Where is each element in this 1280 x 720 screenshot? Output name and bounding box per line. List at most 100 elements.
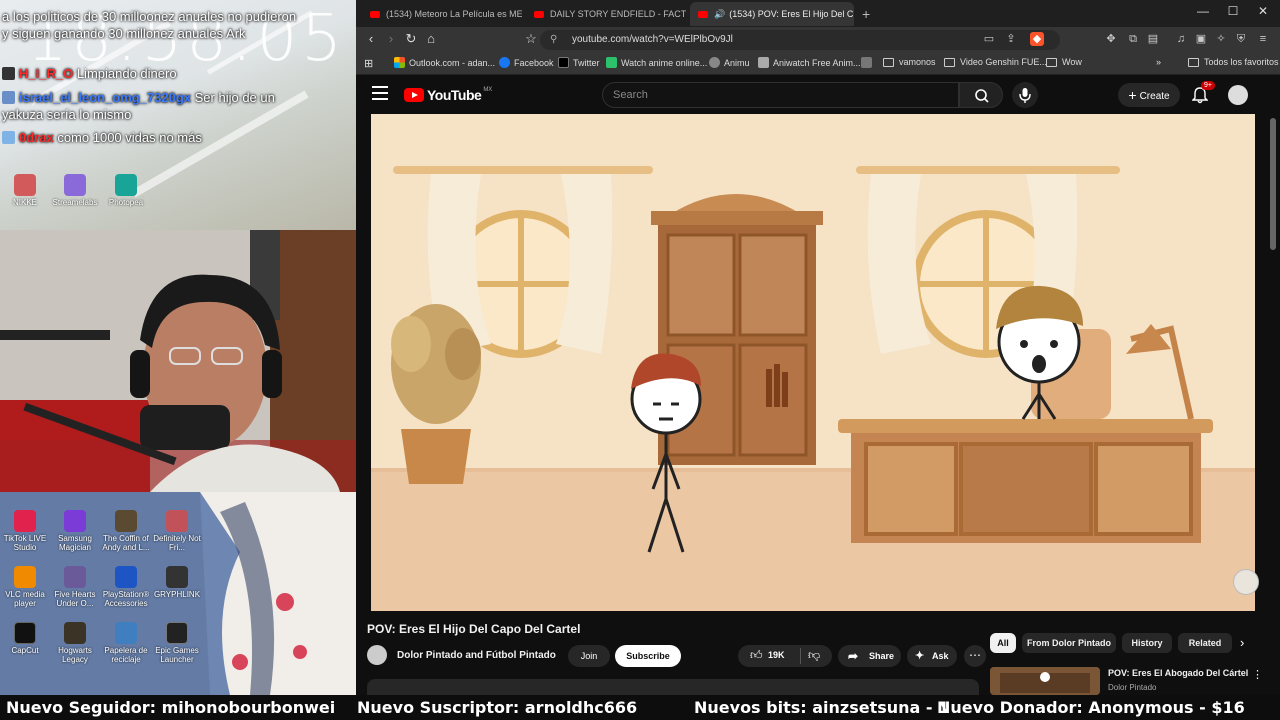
apps-icon[interactable]: ⊞ bbox=[364, 57, 373, 70]
maximize-icon[interactable]: ☐ bbox=[1218, 4, 1248, 18]
channel-name[interactable]: Dolor Pintado and Fútbol Pintado bbox=[397, 650, 556, 661]
page-scrollbar[interactable] bbox=[1270, 114, 1276, 695]
desktop-shortcut[interactable]: Papelera de reciclaje bbox=[101, 622, 151, 664]
sidebar-icon[interactable]: ▤ bbox=[1146, 32, 1160, 46]
wallet-icon[interactable]: ▣ bbox=[1194, 32, 1208, 46]
bookmark-twitter[interactable]: Twitter bbox=[558, 57, 600, 68]
bookmark-facebook[interactable]: Facebook bbox=[499, 57, 554, 68]
kebab-menu-icon[interactable]: ⋮ bbox=[1252, 668, 1263, 681]
folder-icon bbox=[1046, 57, 1057, 67]
video-frame bbox=[371, 114, 1255, 611]
channel-avatar[interactable] bbox=[367, 645, 387, 665]
desktop-shortcut[interactable]: Samsung Magician bbox=[50, 510, 100, 552]
plus-icon: + bbox=[1128, 87, 1137, 103]
desktop-shortcut[interactable]: TikTok LIVE Studio bbox=[0, 510, 50, 552]
desktop-shortcut[interactable]: Photopea bbox=[101, 174, 151, 207]
screen: 18:58:05 a los politicos de 30 milloonez… bbox=[0, 0, 1280, 720]
subscribe-button[interactable]: Subscribe bbox=[615, 645, 681, 667]
chat-username: 0drax bbox=[19, 130, 54, 145]
puzzle-icon[interactable]: ⧉ bbox=[1126, 32, 1140, 46]
extension-icon[interactable]: ✥ bbox=[1104, 32, 1118, 46]
site-info-icon[interactable]: ⚲ bbox=[550, 30, 557, 50]
recommended-title[interactable]: POV: Eres El Abogado Del Cártel bbox=[1108, 668, 1248, 678]
bookmark-wow[interactable]: Wow bbox=[1046, 57, 1082, 67]
create-button[interactable]: + Create bbox=[1118, 83, 1180, 107]
youtube-logo[interactable]: YouTube MX bbox=[404, 87, 492, 103]
share-button[interactable]: ➦ Share bbox=[838, 645, 901, 667]
recommended-video[interactable]: POV: Eres El Abogado Del Cártel Dolor Pi… bbox=[990, 665, 1280, 695]
chip-related[interactable]: Related bbox=[1178, 633, 1232, 653]
desktop-shortcut[interactable]: Epic Games Launcher bbox=[152, 622, 202, 664]
thumbs-up-icon[interactable]: 👍︎ bbox=[750, 648, 763, 663]
bookmark-outlook[interactable]: Outlook.com - adan... bbox=[394, 57, 495, 68]
reload-icon[interactable]: ↻ bbox=[402, 31, 420, 47]
desktop-shortcut[interactable]: PlayStation® Accessories bbox=[101, 566, 151, 608]
chat-badge-icon bbox=[2, 131, 15, 144]
chevron-right-icon[interactable]: › bbox=[1240, 635, 1244, 650]
back-icon[interactable]: ‹ bbox=[362, 31, 380, 46]
playstation-icon bbox=[115, 566, 137, 588]
bookmark-vamonos[interactable]: vamonos bbox=[883, 57, 936, 67]
join-button[interactable]: Join bbox=[568, 645, 610, 667]
desktop-shortcut[interactable]: Streamelabs bbox=[50, 174, 100, 207]
ticker-bits: Nuevos bits: ainzsetsuna - 1 bbox=[694, 698, 950, 717]
new-tab-button[interactable]: + bbox=[854, 2, 880, 26]
minimize-icon[interactable]: — bbox=[1188, 4, 1218, 18]
tab-meteoro[interactable]: (1534) Meteoro La Película es MEJOR bbox=[362, 2, 522, 26]
bookmark-aniwatch[interactable]: Aniwatch Free Anim... bbox=[758, 57, 861, 68]
recommended-thumbnail[interactable] bbox=[990, 667, 1100, 695]
vpn-icon[interactable]: ⛨ bbox=[1234, 32, 1248, 46]
stream-overlay: 18:58:05 a los politicos de 30 milloonez… bbox=[0, 0, 356, 695]
account-avatar[interactable] bbox=[1228, 85, 1248, 105]
youtube-play-icon bbox=[404, 88, 424, 102]
desktop-shortcut[interactable]: Hogwarts Legacy bbox=[50, 622, 100, 664]
forward-icon[interactable]: › bbox=[382, 31, 400, 46]
vlc-icon bbox=[14, 566, 36, 588]
bookmark-icon[interactable]: ☆ bbox=[522, 31, 540, 47]
video-title: POV: Eres El Hijo Del Capo Del Cartel bbox=[367, 622, 581, 636]
chip-all[interactable]: All bbox=[990, 633, 1016, 653]
desktop-shortcut[interactable]: The Coffin of Andy and L... bbox=[101, 510, 151, 552]
chat-text: Limpiando dinero bbox=[76, 66, 177, 81]
bookmark-watch-anime[interactable]: Watch anime online... bbox=[606, 57, 707, 68]
desktop-shortcut[interactable]: CapCut bbox=[0, 622, 50, 655]
browser-menu-icon[interactable]: ≡ bbox=[1256, 32, 1270, 46]
desktop-shortcut[interactable]: Five Hearts Under O... bbox=[50, 566, 100, 608]
bookmark-video-genshin[interactable]: Video Genshin FUE... bbox=[944, 57, 1047, 67]
channel-watermark-icon[interactable] bbox=[1233, 569, 1259, 595]
search-button[interactable] bbox=[959, 82, 1003, 108]
share-page-icon[interactable]: ⇪ bbox=[1004, 32, 1018, 46]
all-bookmarks[interactable]: Todos los favoritos bbox=[1188, 57, 1279, 67]
definitely-not-game-icon bbox=[166, 510, 188, 532]
search-input[interactable]: Search bbox=[602, 82, 959, 108]
bookmark-misc[interactable] bbox=[861, 57, 876, 68]
home-icon[interactable]: ⌂ bbox=[422, 31, 440, 46]
chip-history[interactable]: History bbox=[1122, 633, 1172, 653]
ask-button[interactable]: ✦ Ask bbox=[907, 645, 957, 667]
desktop-shortcut[interactable]: Definitely Not Fri... bbox=[152, 510, 202, 552]
chat-username: H_I_R_O bbox=[19, 66, 74, 81]
chip-from-channel[interactable]: From Dolor Pintado bbox=[1022, 633, 1116, 653]
desktop-shortcut[interactable]: VLC media player bbox=[0, 566, 50, 608]
tab-daily-story[interactable]: DAILY STORY ENDFIELD - FACTORY M bbox=[526, 2, 686, 26]
bookmarks-overflow-icon[interactable]: » bbox=[1156, 57, 1161, 67]
install-icon[interactable]: ▭ bbox=[982, 32, 996, 46]
description-box[interactable] bbox=[367, 679, 979, 695]
desktop-shortcut[interactable]: GRYPHLINK bbox=[152, 566, 202, 599]
like-dislike-group: 👍︎ 19K 👎︎ bbox=[738, 645, 832, 667]
gryphlink-icon bbox=[166, 566, 188, 588]
tab-pov-active[interactable]: 🔊 (1534) POV: Eres El Hijo Del C ✕ bbox=[690, 2, 854, 26]
media-icon[interactable]: ♫ bbox=[1174, 32, 1188, 46]
close-window-icon[interactable]: ✕ bbox=[1248, 4, 1278, 18]
voice-search-button[interactable] bbox=[1012, 82, 1038, 108]
desktop-shortcut[interactable]: NIKKE bbox=[0, 174, 50, 207]
more-actions-icon[interactable]: ⋯ bbox=[964, 645, 986, 667]
video-player[interactable] bbox=[371, 114, 1255, 611]
scrollbar-thumb[interactable] bbox=[1270, 118, 1276, 250]
thumbs-down-icon[interactable]: 👎︎ bbox=[808, 648, 820, 663]
chat-message: 0drax como 1000 vidas no más bbox=[2, 129, 302, 146]
leo-ai-icon[interactable]: ✧ bbox=[1214, 32, 1228, 46]
bookmark-animu[interactable]: Animu bbox=[709, 57, 750, 68]
brave-shield-icon[interactable]: ◆ bbox=[1030, 32, 1044, 46]
hamburger-menu-icon[interactable] bbox=[372, 86, 388, 100]
